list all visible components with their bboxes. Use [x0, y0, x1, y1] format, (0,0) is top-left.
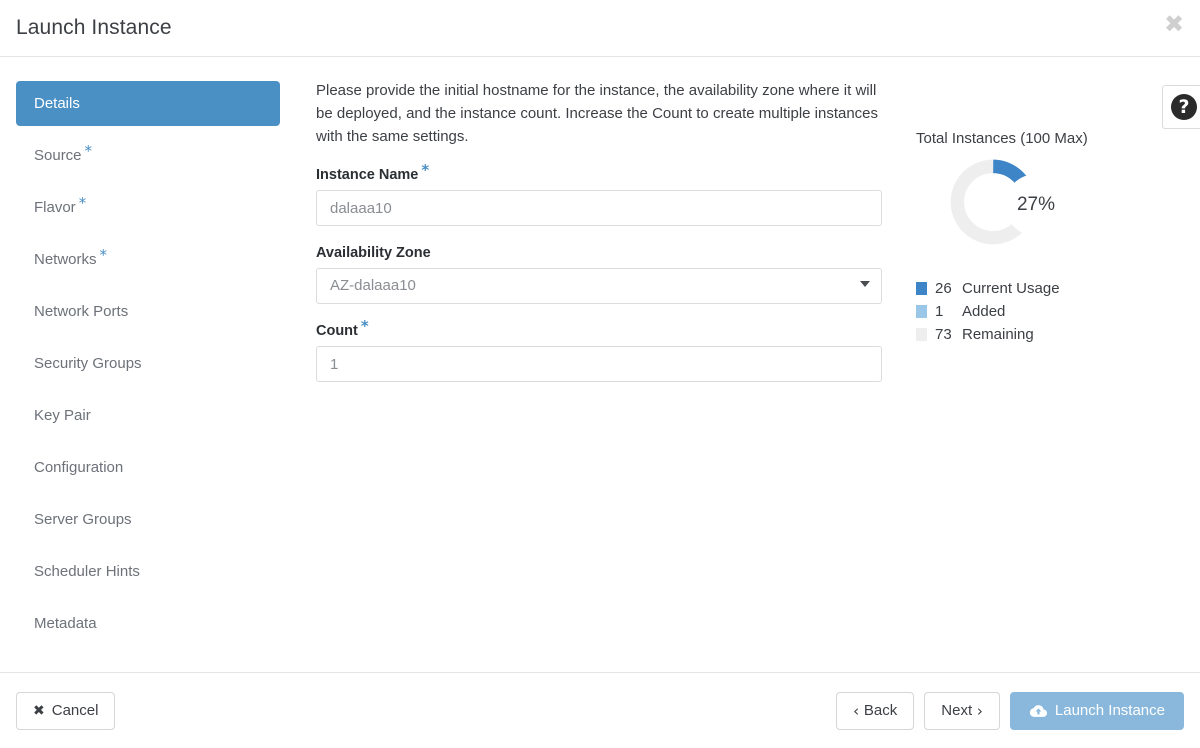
- close-icon[interactable]: ✖: [1162, 12, 1186, 36]
- quota-legend: 26 Current Usage 1 Added 73 Remaining: [916, 277, 1186, 346]
- legend-swatch-added: [916, 305, 927, 318]
- back-button-label: Back: [863, 702, 898, 719]
- count-label-text: Count: [316, 323, 358, 339]
- legend-item-current-usage: 26 Current Usage: [916, 277, 1186, 300]
- page-title: Launch Instance: [16, 16, 172, 39]
- legend-label: Current Usage: [962, 280, 1060, 297]
- next-button-label: Next: [941, 702, 973, 719]
- sidebar-item-server-groups[interactable]: Server Groups: [16, 497, 280, 542]
- sidebar-item-key-pair[interactable]: Key Pair: [16, 393, 280, 438]
- sidebar-item-label: Scheduler Hints: [34, 563, 140, 580]
- required-asterisk: *: [421, 161, 430, 179]
- sidebar-item-label: Details: [34, 95, 80, 112]
- wizard-nav: Details Source * Flavor * Networks * Net…: [0, 57, 296, 672]
- sidebar-item-label: Configuration: [34, 459, 124, 476]
- count-label: Count *: [316, 319, 896, 340]
- sidebar-item-networks[interactable]: Networks *: [16, 237, 280, 282]
- launch-instance-button[interactable]: Launch Instance: [1009, 691, 1184, 730]
- sidebar-item-source[interactable]: Source *: [16, 133, 280, 178]
- modal-header: Launch Instance ✖: [0, 0, 1200, 57]
- sidebar-item-configuration[interactable]: Configuration: [16, 445, 280, 490]
- required-asterisk: *: [99, 246, 108, 264]
- cloud-upload-icon: [1029, 704, 1047, 718]
- sidebar-item-label: Networks: [34, 251, 97, 268]
- x-icon: ✖: [33, 702, 45, 719]
- required-asterisk: *: [360, 317, 369, 335]
- required-asterisk: *: [78, 194, 87, 212]
- total-instances-donut-chart: 27%: [946, 155, 1126, 255]
- instance-name-input[interactable]: [316, 190, 882, 226]
- sidebar-item-security-groups[interactable]: Security Groups: [16, 341, 280, 386]
- details-form: Please provide the initial hostname for …: [316, 79, 916, 672]
- cancel-button[interactable]: ✖ Cancel: [16, 691, 116, 730]
- sidebar-item-label: Metadata: [34, 615, 97, 632]
- quota-panel: Total Instances (100 Max) 27% 26 Current…: [916, 79, 1186, 672]
- availability-zone-label-text: Availability Zone: [316, 245, 431, 261]
- modal-footer: ✖ Cancel ‹ Back Next › Launch Instance: [0, 672, 1200, 748]
- cancel-button-label: Cancel: [51, 702, 99, 719]
- sidebar-item-details[interactable]: Details: [16, 81, 280, 126]
- footer-actions: ‹ Back Next › Launch Instance: [836, 691, 1184, 730]
- legend-label: Added: [962, 303, 1006, 320]
- required-asterisk: *: [84, 142, 93, 160]
- sidebar-item-flavor[interactable]: Flavor *: [16, 185, 280, 230]
- modal-body: Details Source * Flavor * Networks * Net…: [0, 57, 1200, 672]
- legend-item-added: 1 Added: [916, 300, 1186, 323]
- sidebar-item-label: Key Pair: [34, 407, 91, 424]
- chevron-right-icon: ›: [972, 701, 983, 720]
- count-group: Count *: [316, 319, 896, 382]
- count-input[interactable]: [316, 346, 882, 382]
- wizard-main: Please provide the initial hostname for …: [296, 57, 1200, 672]
- launch-instance-button-label: Launch Instance: [1054, 702, 1165, 719]
- instance-name-group: Instance Name *: [316, 163, 896, 226]
- quota-title: Total Instances (100 Max): [916, 130, 1088, 147]
- intro-text: Please provide the initial hostname for …: [316, 82, 879, 145]
- sidebar-item-network-ports[interactable]: Network Ports: [16, 289, 280, 334]
- help-button[interactable]: ?: [1162, 85, 1200, 129]
- sidebar-item-metadata[interactable]: Metadata: [16, 601, 280, 646]
- launch-instance-modal: Launch Instance ✖ Details Source * Flavo…: [0, 0, 1200, 748]
- next-button[interactable]: Next ›: [924, 691, 1000, 730]
- legend-value: 73: [935, 326, 952, 343]
- legend-value: 1: [935, 303, 944, 320]
- availability-zone-select[interactable]: AZ-dalaaa10: [316, 268, 882, 304]
- availability-zone-group: Availability Zone AZ-dalaaa10: [316, 245, 896, 304]
- availability-zone-label: Availability Zone: [316, 245, 896, 261]
- back-button[interactable]: ‹ Back: [836, 691, 915, 730]
- sidebar-item-label: Source: [34, 147, 82, 164]
- sidebar-item-label: Flavor: [34, 199, 76, 216]
- sidebar-item-label: Network Ports: [34, 303, 129, 320]
- legend-value: 26: [935, 280, 952, 297]
- sidebar-item-scheduler-hints[interactable]: Scheduler Hints: [16, 549, 280, 594]
- sidebar-item-label: Server Groups: [34, 511, 132, 528]
- sidebar-item-label: Security Groups: [34, 355, 142, 372]
- donut-center-label: 27%: [1005, 174, 1067, 236]
- legend-label: Remaining: [962, 326, 1034, 343]
- legend-swatch-current-usage: [916, 282, 927, 295]
- instance-name-label: Instance Name *: [316, 163, 896, 184]
- question-mark-icon: ?: [1171, 94, 1197, 120]
- chevron-left-icon: ‹: [853, 701, 864, 720]
- legend-item-remaining: 73 Remaining: [916, 323, 1186, 346]
- legend-swatch-remaining: [916, 328, 927, 341]
- instance-name-label-text: Instance Name: [316, 167, 419, 183]
